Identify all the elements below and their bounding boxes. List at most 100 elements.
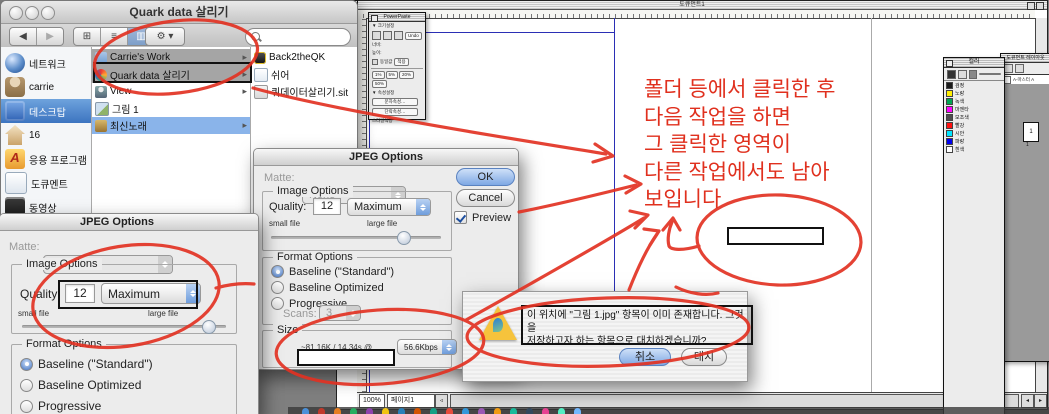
char-attr-button[interactable]: 문자속성… xyxy=(372,98,418,106)
page-popup[interactable]: 페이지1 xyxy=(387,394,435,408)
dock-icon[interactable] xyxy=(478,408,485,414)
color-row[interactable]: 빨강 xyxy=(944,121,1004,129)
sidebar-item-carrie[interactable]: carrie xyxy=(1,75,91,99)
column-item[interactable]: 최신노래 ▸ xyxy=(92,117,250,134)
ok-button[interactable]: OK xyxy=(456,168,515,186)
column-item[interactable]: Back2theQK xyxy=(251,49,357,66)
shade-popup[interactable] xyxy=(979,73,1001,75)
format-radio[interactable]: Baseline Optimized xyxy=(20,378,153,392)
doc-horizontal-scrollbar[interactable] xyxy=(450,394,1019,408)
close-button[interactable] xyxy=(9,6,23,20)
layout-palette-titlebar[interactable]: 도큐먼트 레이아웃 xyxy=(1001,54,1049,63)
percent-button[interactable]: 5% xyxy=(386,71,399,79)
color-row[interactable]: 모조색 xyxy=(944,113,1004,121)
forward-button[interactable]: ▶ xyxy=(37,28,63,45)
scans-popup[interactable]: 3 xyxy=(319,305,361,321)
format-radio[interactable]: Progressive xyxy=(20,399,153,413)
percent-button[interactable]: 1% xyxy=(372,71,385,79)
paste-icon[interactable] xyxy=(372,31,381,40)
grid-icon[interactable] xyxy=(383,31,392,40)
dock-icon[interactable] xyxy=(542,408,549,414)
dock-icon[interactable] xyxy=(462,408,469,414)
quality-slider[interactable] xyxy=(271,236,441,239)
page-1-thumbnail[interactable]: 1 xyxy=(1023,122,1039,142)
sidebar-item-applications[interactable]: 응용 프로그램 xyxy=(1,147,91,171)
dialog-title[interactable]: JPEG Options xyxy=(0,214,258,231)
list-view-button[interactable]: ≡ xyxy=(101,28,128,45)
uniform-checkbox[interactable] xyxy=(372,59,378,65)
cancel-button[interactable]: Cancel xyxy=(456,189,515,207)
quality-field[interactable]: 12 xyxy=(313,198,341,215)
column-item[interactable]: 쉬어 xyxy=(251,66,357,83)
minimize-button[interactable] xyxy=(25,6,39,20)
blank-page-icon[interactable] xyxy=(1004,64,1013,73)
cancel-button-korean[interactable]: 취소 xyxy=(619,348,671,366)
solid-mode-icon[interactable] xyxy=(947,70,956,79)
master-page-icon[interactable] xyxy=(1015,64,1024,73)
dock[interactable] xyxy=(288,407,1049,414)
sidebar-item-documents[interactable]: 도큐멘트 xyxy=(1,171,91,195)
percent-button[interactable]: 20% xyxy=(399,71,414,79)
slider-thumb[interactable] xyxy=(397,231,411,245)
search-input[interactable] xyxy=(245,28,351,46)
page-grabber[interactable]: ◃ xyxy=(435,394,448,408)
dock-icon[interactable] xyxy=(382,408,389,414)
dock-icon[interactable] xyxy=(366,408,373,414)
scroll-left-arrow[interactable]: ◂ xyxy=(1021,394,1034,408)
column-item[interactable]: View ▸ xyxy=(92,83,250,100)
color-row[interactable]: 파랑 xyxy=(944,137,1004,145)
finder-titlebar[interactable]: Quark data 살리기 xyxy=(1,1,357,24)
palette-close-icon[interactable] xyxy=(371,15,378,22)
back-button[interactable]: ◀ xyxy=(10,28,37,45)
color-row[interactable]: 시안 xyxy=(944,129,1004,137)
dock-icon[interactable] xyxy=(526,408,533,414)
quality-popup[interactable]: Maximum xyxy=(347,198,431,216)
powerpaste-titlebar[interactable]: PowerPaste xyxy=(369,13,425,22)
zoom-button[interactable] xyxy=(41,6,55,20)
color-row[interactable]: 마젠타 xyxy=(944,105,1004,113)
percent-button[interactable]: 50% xyxy=(372,80,387,88)
column-item[interactable]: 쿼데이터살리기.sit xyxy=(251,83,357,100)
sidebar-item-home[interactable]: 16 xyxy=(1,123,91,147)
sidebar-item-desktop[interactable]: 데스크탑 xyxy=(1,99,91,123)
dock-icon[interactable] xyxy=(430,408,437,414)
format-radio[interactable]: Baseline Optimized xyxy=(271,281,394,294)
column-item[interactable]: 그림 1 xyxy=(92,100,250,117)
dock-icon[interactable] xyxy=(350,408,357,414)
powerpaste-section1[interactable]: ▼ 크기설정 xyxy=(369,22,425,30)
color-row[interactable]: 노랑 xyxy=(944,89,1004,97)
powerpaste-section2[interactable]: ▼ 속성설정 xyxy=(369,89,425,97)
rate-popup[interactable]: 56.6Kbps xyxy=(397,339,457,355)
format-radio[interactable]: Baseline ("Standard") xyxy=(20,357,153,371)
dialog-title[interactable]: JPEG Options xyxy=(254,149,518,166)
dock-icon[interactable] xyxy=(558,408,565,414)
replace-button[interactable]: 대치 xyxy=(681,348,727,366)
dock-icon[interactable] xyxy=(318,408,325,414)
zoom-field[interactable]: 100% xyxy=(359,394,385,408)
doc-zoom-box[interactable] xyxy=(1027,2,1035,10)
apply-button[interactable]: 적용 xyxy=(394,58,408,66)
palette-close-icon[interactable] xyxy=(946,60,953,67)
format-radio[interactable]: Baseline ("Standard") xyxy=(271,265,394,278)
color-row[interactable]: 흰색 xyxy=(944,145,1004,153)
sidebar-item-network[interactable]: 네트워크 xyxy=(1,51,91,75)
dock-icon[interactable] xyxy=(574,408,581,414)
color-row[interactable]: 검정 xyxy=(944,81,1004,89)
scroll-right-arrow[interactable]: ▸ xyxy=(1034,394,1047,408)
dock-icon[interactable] xyxy=(510,408,517,414)
color-row[interactable]: 녹색 xyxy=(944,97,1004,105)
dock-icon[interactable] xyxy=(334,408,341,414)
frame-mode-icon[interactable] xyxy=(958,70,967,79)
dock-icon[interactable] xyxy=(446,408,453,414)
gear-icon[interactable]: ⚙ ▾ xyxy=(146,28,184,45)
icon-view-button[interactable]: ⊞ xyxy=(74,28,101,45)
para-attr-button[interactable]: 단락속성… xyxy=(372,108,418,116)
undo-button[interactable]: Undo xyxy=(405,32,422,40)
text-mode-icon[interactable] xyxy=(969,70,978,79)
dock-icon[interactable] xyxy=(494,408,501,414)
page-icon[interactable] xyxy=(394,31,403,40)
preview-checkbox[interactable]: Preview xyxy=(454,211,511,224)
dock-icon[interactable] xyxy=(398,408,405,414)
quality-slider[interactable] xyxy=(22,325,226,328)
colors-palette-titlebar[interactable]: 컬러 xyxy=(944,58,1004,68)
